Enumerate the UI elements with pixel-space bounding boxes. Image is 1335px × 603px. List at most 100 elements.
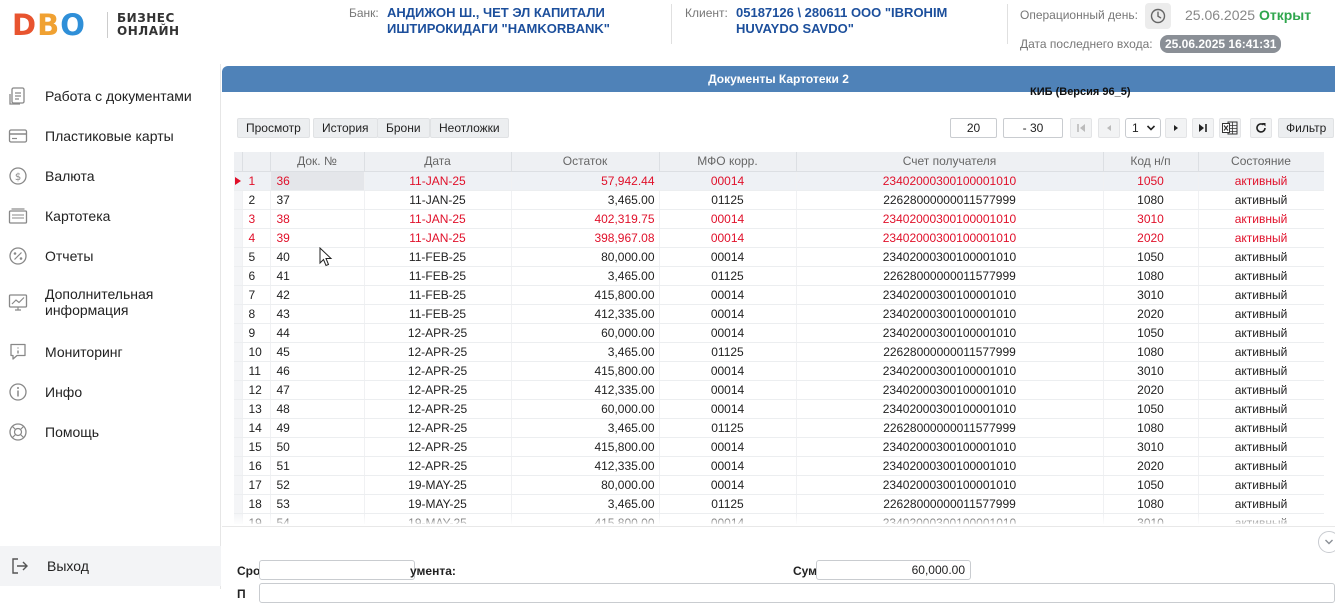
column-header-balance[interactable]: Остаток: [511, 152, 660, 172]
table-row[interactable]: 10 45 12-APR-25 3,465.00 01125 22628000000011…: [234, 342, 1324, 362]
cell-account: 22628000000011577999: [796, 494, 1104, 514]
cell-balance: 412,335.00: [511, 456, 660, 476]
info-icon: [8, 382, 28, 402]
cell-mfo: 01125: [659, 342, 797, 362]
table-row[interactable]: 2 37 11-JAN-25 3,465.00 01125 226280000000115…: [234, 190, 1324, 210]
table-row[interactable]: 5 40 11-FEB-25 80,000.00 00014 23402000300100…: [234, 247, 1324, 267]
prev-page-button[interactable]: [1098, 118, 1120, 138]
column-header-payment-code[interactable]: Код н/п: [1103, 152, 1199, 172]
term-input[interactable]: [259, 560, 415, 580]
cell-balance: 3,465.00: [511, 342, 660, 362]
term-label: Сро: [237, 564, 261, 578]
sidebar-item-info[interactable]: Инфо: [0, 372, 221, 412]
chevron-down-icon: [1325, 539, 1333, 545]
cell-date: 12-APR-25: [364, 437, 512, 457]
filter-button[interactable]: Фильтр: [1278, 118, 1335, 138]
table-row[interactable]: 13 48 12-APR-25 60,000.00 00014 2340200030010…: [234, 399, 1324, 419]
table-row[interactable]: 1 36 11-JAN-25 57,942.44 00014 23402000300100…: [234, 171, 1324, 191]
table-row[interactable]: 11 46 12-APR-25 415,800.00 00014 234020003001…: [234, 361, 1324, 381]
cell-row-number: 9: [242, 323, 271, 343]
cell-date: 12-APR-25: [364, 380, 512, 400]
table-row[interactable]: 18 53 19-MAY-25 3,465.00 01125 22628000000011…: [234, 494, 1324, 514]
column-header-date[interactable]: Дата: [364, 152, 512, 172]
sidebar-item-label: Картотека: [45, 208, 111, 224]
purpose-input[interactable]: [259, 583, 1335, 603]
cell-doc-number: 39: [270, 228, 365, 248]
cell-payment-code: 2020: [1103, 380, 1199, 400]
table-row[interactable]: 3 38 11-JAN-25 402,319.75 00014 2340200030010…: [234, 209, 1324, 229]
table-row[interactable]: 14 49 12-APR-25 3,465.00 01125 22628000000011…: [234, 418, 1324, 438]
sidebar-item-monitoring[interactable]: Мониторинг: [0, 332, 221, 372]
cell-state: активный: [1198, 475, 1324, 495]
export-excel-button[interactable]: [1219, 118, 1241, 138]
cell-payment-code: 3010: [1103, 361, 1199, 381]
cell-row-number: 6: [242, 266, 271, 286]
sum-input[interactable]: 60,000.00: [816, 560, 971, 580]
table-row[interactable]: 6 41 11-FEB-25 3,465.00 01125 226280000000115…: [234, 266, 1324, 286]
cell-date: 12-APR-25: [364, 323, 512, 343]
cell-row-number: 15: [242, 437, 271, 457]
header-divider: [671, 4, 672, 44]
cell-payment-code: 1050: [1103, 171, 1199, 191]
sidebar-item-additional-info[interactable]: Дополнительная информация: [0, 282, 221, 322]
client-label: Клиент:: [685, 6, 728, 20]
table-row[interactable]: 7 42 11-FEB-25 415,800.00 00014 2340200030010…: [234, 285, 1324, 305]
page-select[interactable]: 1: [1125, 118, 1161, 138]
next-page-button[interactable]: [1165, 118, 1187, 138]
cell-balance: 415,800.00: [511, 285, 660, 305]
cell-row-marker: [234, 190, 243, 210]
prev-page-icon: [1107, 125, 1111, 131]
cell-row-marker: [234, 323, 243, 343]
cell-doc-number: 46: [270, 361, 365, 381]
history-button[interactable]: История: [313, 118, 378, 138]
cell-account: 22628000000011577999: [796, 418, 1104, 438]
table-row[interactable]: 17 52 19-MAY-25 80,000.00 00014 2340200030010…: [234, 475, 1324, 495]
refresh-button[interactable]: [1250, 118, 1272, 138]
cell-date: 11-FEB-25: [364, 304, 512, 324]
column-header-mfo[interactable]: МФО корр.: [659, 152, 797, 172]
cell-mfo: 00014: [659, 475, 797, 495]
next-page-icon: [1174, 125, 1178, 131]
column-header-state[interactable]: Состояние: [1198, 152, 1324, 172]
page-range-to-input[interactable]: - 30: [1003, 118, 1063, 138]
column-header-doc-number[interactable]: Док. №: [270, 152, 365, 172]
sidebar-item-currency[interactable]: $ Валюта: [0, 156, 221, 196]
sidebar-item-help[interactable]: Помощь: [0, 412, 221, 452]
logo[interactable]: DBO БИЗНЕС ОНЛАЙН: [12, 10, 192, 42]
cell-mfo: 00014: [659, 285, 797, 305]
sidebar-item-cardfile[interactable]: Картотека: [0, 196, 221, 236]
last-page-button[interactable]: [1192, 118, 1214, 138]
exit-button[interactable]: Выход: [0, 546, 221, 586]
urgent-button[interactable]: Неотложки: [430, 118, 509, 138]
table-row[interactable]: 12 47 12-APR-25 412,335.00 00014 234020003001…: [234, 380, 1324, 400]
sidebar-item-cards[interactable]: Пластиковые карты: [0, 116, 221, 156]
purpose-label: П: [237, 587, 246, 601]
page-select-value: 1: [1132, 121, 1139, 135]
cell-payment-code: 1080: [1103, 266, 1199, 286]
cell-payment-code: 1080: [1103, 190, 1199, 210]
reserve-button[interactable]: Брони: [377, 118, 430, 138]
table-row[interactable]: 9 44 12-APR-25 60,000.00 00014 23402000300100…: [234, 323, 1324, 343]
column-header-account[interactable]: Счет получателя: [796, 152, 1104, 172]
sidebar-item-label: Отчеты: [45, 248, 94, 264]
first-page-button[interactable]: [1070, 118, 1092, 138]
cell-row-marker: [234, 361, 243, 381]
cell-date: 11-FEB-25: [364, 285, 512, 305]
cell-row-number: 13: [242, 399, 271, 419]
table-row[interactable]: 4 39 11-JAN-25 398,967.08 00014 2340200030010…: [234, 228, 1324, 248]
expand-button[interactable]: [1318, 531, 1335, 553]
sidebar-item-documents[interactable]: Работа с документами: [0, 76, 221, 116]
clock-button[interactable]: [1145, 3, 1171, 29]
cell-state: активный: [1198, 171, 1324, 191]
view-button[interactable]: Просмотр: [237, 118, 310, 138]
table-row[interactable]: 16 51 12-APR-25 412,335.00 00014 234020003001…: [234, 456, 1324, 476]
sidebar-item-label: Валюта: [45, 168, 95, 184]
cell-account: 23402000300100001010: [796, 285, 1104, 305]
cell-row-marker: [234, 304, 243, 324]
table-row[interactable]: 8 43 11-FEB-25 412,335.00 00014 2340200030010…: [234, 304, 1324, 324]
table-row[interactable]: 15 50 12-APR-25 415,800.00 00014 234020003001…: [234, 437, 1324, 457]
first-page-icon: [1077, 124, 1085, 132]
cell-doc-number: 48: [270, 399, 365, 419]
sidebar-item-reports[interactable]: Отчеты: [0, 236, 221, 276]
page-range-from-input[interactable]: 20: [950, 118, 997, 138]
